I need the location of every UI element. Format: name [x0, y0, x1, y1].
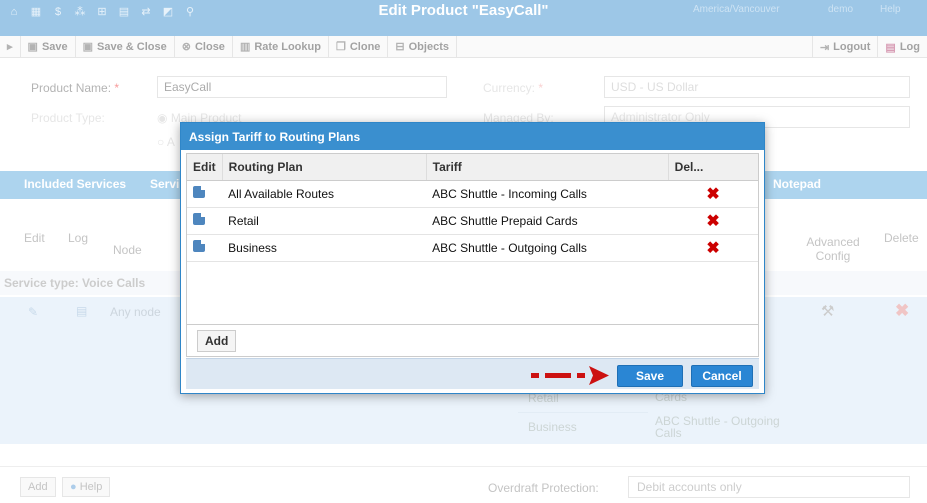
table-row[interactable]: Retail ABC Shuttle Prepaid Cards ✖	[187, 207, 758, 235]
dialog-title: Assign Tariff to Routing Plans	[181, 123, 764, 150]
table-header: Edit Routing Plan Tariff Del...	[187, 154, 758, 181]
row-edit-cell	[187, 234, 223, 262]
cancel-button[interactable]: Cancel	[691, 365, 753, 387]
dialog-footer: Save Cancel	[186, 358, 759, 389]
th-tariff[interactable]: Tariff	[426, 154, 669, 181]
add-row-button[interactable]: Add	[197, 330, 237, 352]
routing-plan-table: Edit Routing Plan Tariff Del... All Avai…	[187, 154, 758, 262]
assign-tariff-dialog: Assign Tariff to Routing Plans Edit Rout…	[180, 122, 765, 394]
table-row[interactable]: Business ABC Shuttle - Outgoing Calls ✖	[187, 234, 758, 262]
table-row[interactable]: All Available Routes ABC Shuttle - Incom…	[187, 180, 758, 208]
dialog-table-container: Edit Routing Plan Tariff Del... All Avai…	[186, 153, 759, 357]
arrow-annotation-icon	[531, 366, 609, 385]
row-delete-cell: ✖	[668, 207, 758, 235]
delete-icon[interactable]: ✖	[706, 240, 719, 257]
tariff-cell: ABC Shuttle - Outgoing Calls	[426, 234, 669, 262]
divider	[187, 324, 758, 325]
th-delete: Del...	[668, 154, 758, 181]
routing-plan-cell: All Available Routes	[222, 180, 427, 208]
delete-icon[interactable]: ✖	[706, 186, 719, 203]
edit-icon[interactable]	[193, 239, 206, 252]
row-edit-cell	[187, 180, 223, 208]
row-edit-cell	[187, 207, 223, 235]
tariff-cell: ABC Shuttle Prepaid Cards	[426, 207, 669, 235]
routing-plan-cell: Business	[222, 234, 427, 262]
edit-icon[interactable]	[193, 185, 206, 198]
routing-plan-cell: Retail	[222, 207, 427, 235]
tariff-cell: ABC Shuttle - Incoming Calls	[426, 180, 669, 208]
th-routing-plan[interactable]: Routing Plan	[222, 154, 427, 181]
row-delete-cell: ✖	[668, 234, 758, 262]
row-delete-cell: ✖	[668, 180, 758, 208]
edit-icon[interactable]	[193, 212, 206, 225]
save-button[interactable]: Save	[617, 365, 683, 387]
th-edit: Edit	[187, 154, 223, 181]
delete-icon[interactable]: ✖	[706, 213, 719, 230]
